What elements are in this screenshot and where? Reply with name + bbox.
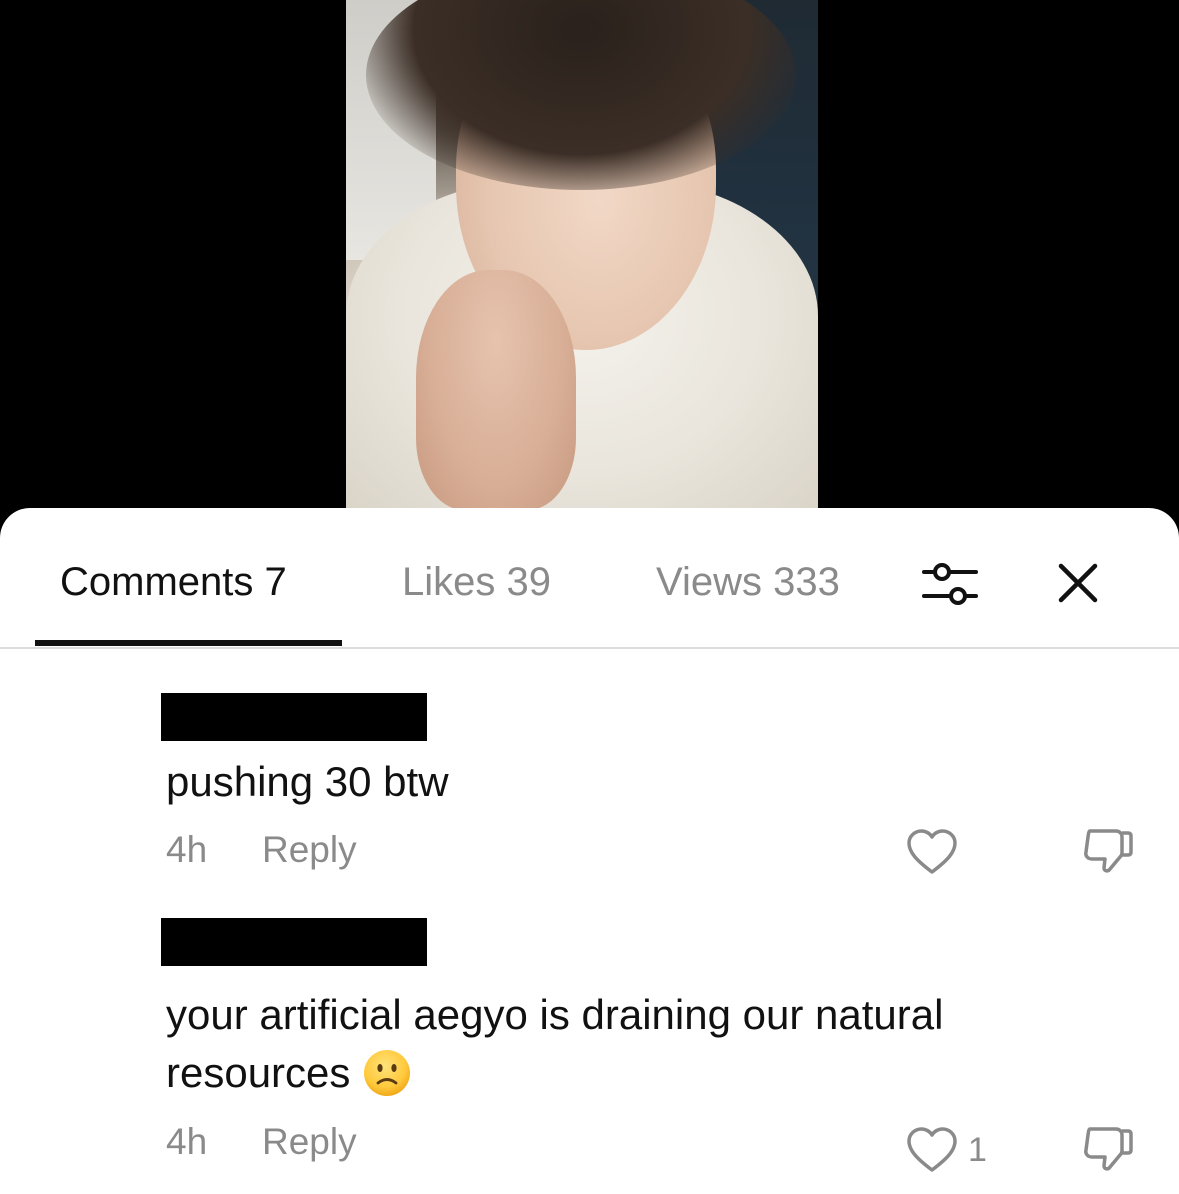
comment-text-body: your artificial aegyo is draining our na… (166, 991, 944, 1096)
thumbs-down-icon[interactable] (1080, 1123, 1136, 1175)
app-screen: Comments 7 Likes 39 Views 333 pushing 30… (0, 0, 1179, 1194)
comments-sheet: Comments 7 Likes 39 Views 333 pushing 30… (0, 508, 1179, 1194)
comment-time: 4h (166, 1121, 208, 1162)
thumbs-down-icon[interactable] (1080, 825, 1136, 877)
post-photo[interactable] (346, 0, 818, 508)
sliders-icon[interactable] (920, 560, 980, 608)
comment-text: your artificial aegyo is draining our na… (166, 986, 1066, 1102)
heart-outline-icon[interactable] (906, 828, 958, 876)
tab-comments[interactable]: Comments 7 (60, 558, 287, 606)
active-tab-indicator (35, 640, 342, 646)
redacted-username (161, 918, 427, 966)
close-icon[interactable] (1055, 560, 1101, 606)
like-count: 1 (968, 1131, 987, 1169)
tab-bar: Comments 7 Likes 39 Views 333 (0, 508, 1179, 649)
divider (0, 647, 1179, 649)
tab-likes[interactable]: Likes 39 (402, 558, 551, 606)
reply-button[interactable]: Reply (262, 1120, 357, 1164)
comment-time: 4h (166, 829, 208, 870)
tab-views[interactable]: Views 333 (656, 558, 840, 606)
redacted-username (161, 693, 427, 741)
reply-button[interactable]: Reply (262, 828, 357, 872)
comment-text: pushing 30 btw (166, 758, 449, 805)
comment-meta: 4h Reply (166, 1120, 357, 1164)
comment-meta: 4h Reply (166, 828, 357, 872)
heart-outline-icon[interactable] (906, 1126, 958, 1174)
slightly-frowning-face-icon (364, 1049, 411, 1096)
